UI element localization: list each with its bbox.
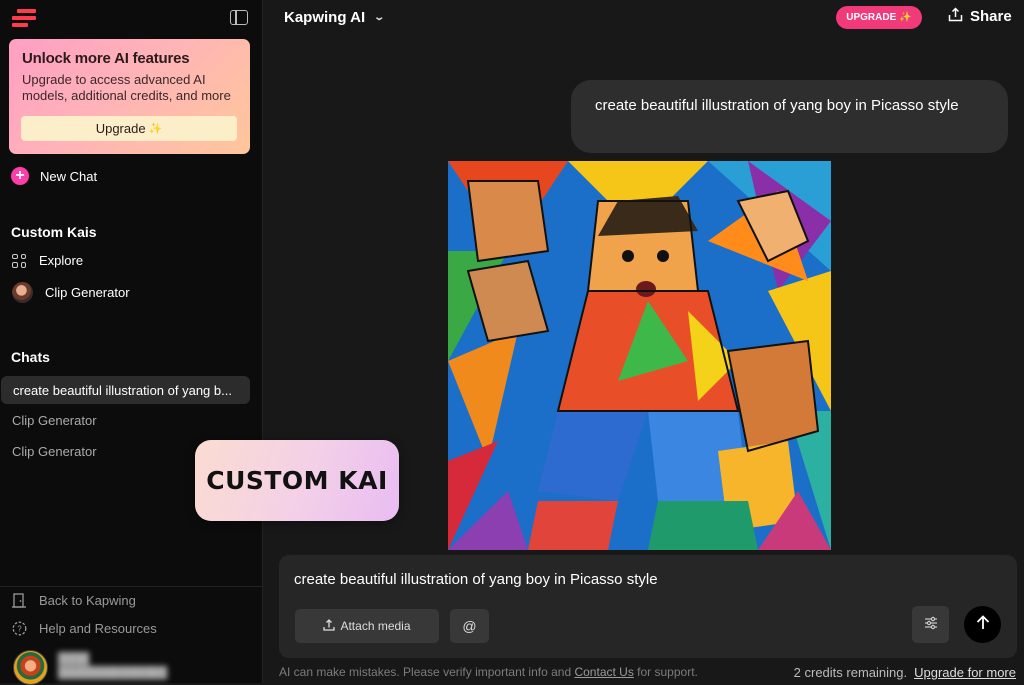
sparkle-icon: ✨: [148, 123, 163, 135]
attach-media-label: Attach media: [340, 619, 411, 633]
sliders-icon: [924, 616, 938, 633]
help-resources-label: Help and Resources: [39, 621, 157, 636]
chat-item[interactable]: Clip Generator: [12, 444, 97, 459]
new-chat-label: New Chat: [40, 168, 98, 184]
user-avatar[interactable]: [13, 650, 48, 685]
sidebar-item-label: Explore: [39, 253, 84, 268]
back-to-kapwing-label: Back to Kapwing: [39, 593, 136, 608]
share-label: Share: [970, 7, 1012, 25]
sparkle-icon: ✨: [899, 12, 912, 23]
custom-kai-badge: CUSTOM KAI: [195, 440, 399, 521]
collapse-sidebar-icon[interactable]: [230, 10, 248, 25]
upgrade-card-button[interactable]: Upgrade ✨: [21, 116, 237, 141]
door-icon: [12, 593, 27, 608]
sidebar-item-label: Clip Generator: [45, 285, 130, 300]
arrow-up-icon: [976, 614, 990, 635]
send-button[interactable]: [964, 606, 1001, 643]
credits-remaining: 2 credits remaining.: [793, 665, 908, 680]
plus-icon: +: [11, 167, 29, 185]
custom-kais-heading: Custom Kais: [11, 224, 97, 240]
prompt-input[interactable]: create beautiful illustration of yang bo…: [294, 571, 658, 588]
chat-item-active[interactable]: create beautiful illustration of yang b.…: [1, 376, 250, 404]
contact-us-link[interactable]: Contact Us: [574, 665, 633, 679]
credits-info: 2 credits remaining. Upgrade for more: [794, 665, 1016, 680]
upgrade-card-description: Upgrade to access advanced AI models, ad…: [22, 72, 231, 103]
upgrade-button-label: UPGRADE: [846, 12, 897, 23]
sidebar-footer: [0, 586, 262, 587]
sidebar-item-clip-generator[interactable]: Clip Generator: [12, 282, 130, 303]
settings-sliders-button[interactable]: [912, 606, 949, 643]
disclaimer: AI can make mistakes. Please verify impo…: [279, 665, 698, 679]
mention-button[interactable]: @: [450, 609, 489, 643]
disclaimer-text: AI can make mistakes. Please verify impo…: [279, 665, 575, 679]
kapwing-logo-icon[interactable]: [12, 9, 36, 27]
new-chat-button[interactable]: + New Chat: [11, 167, 97, 185]
share-button[interactable]: Share: [948, 7, 1012, 25]
help-resources-link[interactable]: ? Help and Resources: [12, 621, 157, 636]
svg-text:?: ?: [17, 625, 22, 634]
chats-heading: Chats: [11, 349, 50, 365]
share-icon: [948, 7, 963, 25]
sidebar-item-explore[interactable]: Explore: [12, 253, 83, 268]
user-message-bubble: create beautiful illustration of yang bo…: [571, 80, 1008, 153]
help-icon: ?: [12, 621, 27, 636]
upgrade-for-more-link[interactable]: Upgrade for more: [914, 665, 1016, 680]
avatar: [12, 282, 33, 303]
model-selector[interactable]: Kapwing AI ⌄: [284, 9, 386, 26]
chat-item[interactable]: Clip Generator: [12, 413, 97, 428]
composer: create beautiful illustration of yang bo…: [279, 555, 1017, 658]
upload-icon: [323, 618, 336, 634]
sidebar: Unlock more AI features Upgrade to acces…: [0, 0, 263, 685]
back-to-kapwing-link[interactable]: Back to Kapwing: [12, 593, 136, 608]
upgrade-button[interactable]: UPGRADE ✨: [836, 6, 922, 29]
upgrade-card: Unlock more AI features Upgrade to acces…: [9, 39, 250, 154]
upgrade-card-title: Unlock more AI features: [22, 50, 190, 67]
app-title: Kapwing AI: [284, 9, 366, 26]
generated-image[interactable]: [448, 161, 831, 550]
user-info-blurred: ████ ██████████████: [58, 653, 168, 679]
attach-media-button[interactable]: Attach media: [295, 609, 439, 643]
disclaimer-suffix: for support.: [633, 665, 698, 679]
grid-icon: [12, 253, 26, 268]
chevron-down-icon: ⌄: [373, 12, 386, 23]
upgrade-card-button-label: Upgrade: [95, 121, 146, 136]
